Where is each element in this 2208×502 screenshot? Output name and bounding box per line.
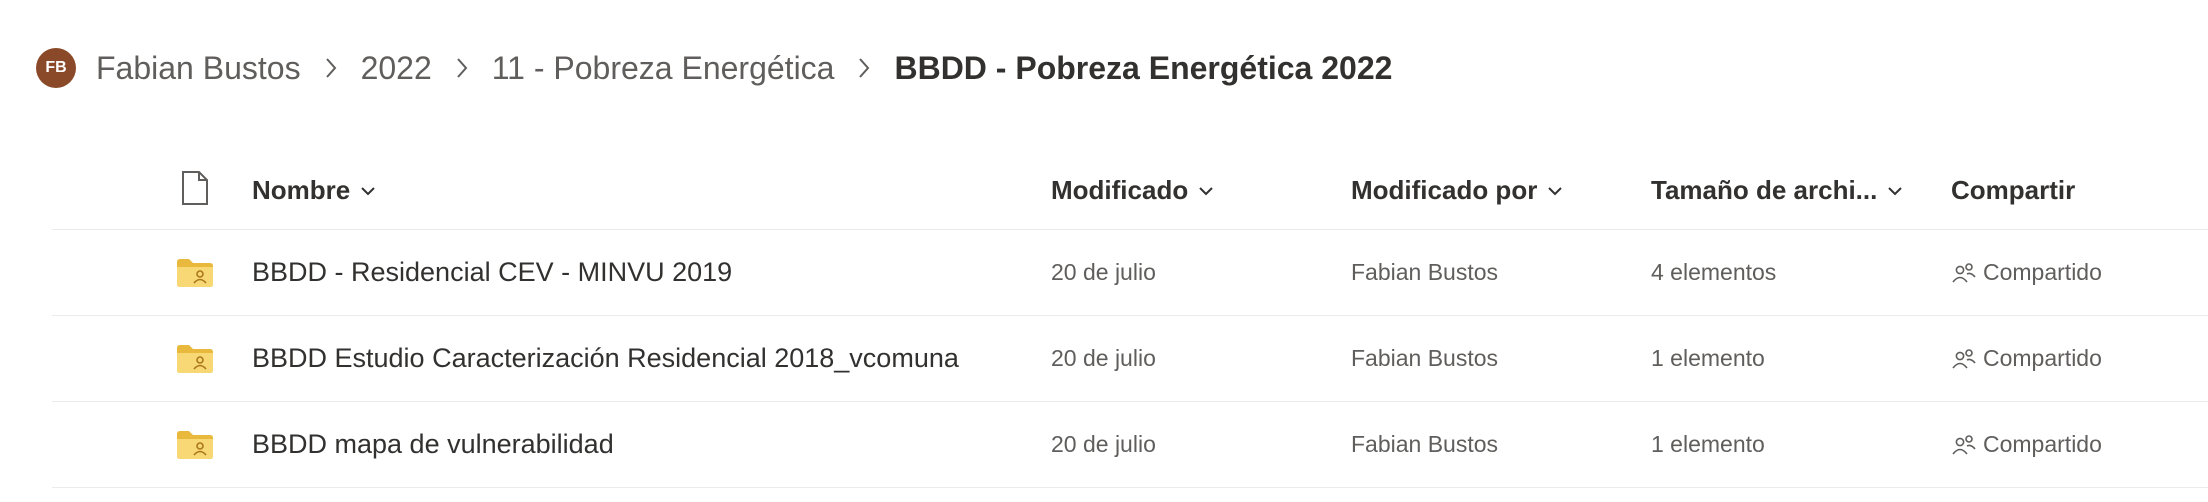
chevron-right-icon <box>836 48 892 88</box>
column-header-file-size[interactable]: Tamaño de archi... <box>1651 152 1903 229</box>
modified-by[interactable]: Fabian Bustos <box>1351 316 1498 401</box>
column-header-modified-label: Modificado <box>1051 175 1189 205</box>
avatar[interactable]: FB <box>36 48 76 88</box>
sharing-label: Compartido <box>1983 259 2102 285</box>
chevron-down-icon <box>1887 186 1903 196</box>
shared-folder-icon[interactable] <box>170 230 220 315</box>
table-row[interactable]: BBDD Estudio Caracterización Residencial… <box>52 316 2208 402</box>
chevron-down-icon <box>1547 186 1563 196</box>
sharing-status[interactable]: Compartido <box>1951 230 2102 315</box>
breadcrumb-item-folder[interactable]: 11 - Pobreza Energética <box>490 50 837 87</box>
modified-date: 20 de julio <box>1051 345 1156 371</box>
column-header-modified-by-label: Modificado por <box>1351 175 1538 205</box>
file-name-link[interactable]: BBDD mapa de vulnerabilidad <box>252 402 614 487</box>
people-icon <box>1952 348 1976 369</box>
modified-date: 20 de julio <box>1051 431 1156 457</box>
file-type-column-header[interactable] <box>170 152 220 229</box>
document-icon <box>181 171 209 210</box>
sharing-status[interactable]: Compartido <box>1951 316 2102 401</box>
column-header-modified-by[interactable]: Modificado por <box>1351 152 1563 229</box>
sharing-label: Compartido <box>1983 431 2102 457</box>
shared-folder-icon[interactable] <box>170 316 220 401</box>
sharing-label: Compartido <box>1983 345 2102 371</box>
column-header-name-label: Nombre <box>252 175 351 205</box>
file-browser-page: FB Fabian Bustos 2022 11 - Pobreza Energ… <box>0 0 2208 502</box>
column-header-sharing-label: Compartir <box>1951 175 2076 205</box>
modified-by[interactable]: Fabian Bustos <box>1351 230 1498 315</box>
file-name-link[interactable]: BBDD - Residencial CEV - MINVU 2019 <box>252 230 732 315</box>
table-row[interactable]: BBDD - Residencial CEV - MINVU 2019 20 d… <box>52 230 2208 316</box>
column-header-file-size-label: Tamaño de archi... <box>1651 175 1878 205</box>
column-header-modified[interactable]: Modificado <box>1051 152 1214 229</box>
people-icon <box>1952 434 1976 455</box>
modified-by[interactable]: Fabian Bustos <box>1351 402 1498 487</box>
column-header-row: Nombre Modificado Modificado por Tamaño … <box>52 152 2208 230</box>
file-name-link[interactable]: BBDD Estudio Caracterización Residencial… <box>252 316 959 401</box>
file-size: 1 elemento <box>1651 345 1765 371</box>
chevron-down-icon <box>1198 186 1214 196</box>
breadcrumb-item-year[interactable]: 2022 <box>359 50 434 87</box>
people-icon <box>1952 262 1976 283</box>
breadcrumb-item-user[interactable]: Fabian Bustos <box>94 50 303 87</box>
file-size: 4 elementos <box>1651 259 1777 285</box>
sharing-status[interactable]: Compartido <box>1951 402 2102 487</box>
column-header-sharing[interactable]: Compartir <box>1951 152 2075 229</box>
chevron-right-icon <box>303 48 359 88</box>
breadcrumb: FB Fabian Bustos 2022 11 - Pobreza Energ… <box>36 40 1394 96</box>
chevron-right-icon <box>434 48 490 88</box>
table-row[interactable]: BBDD mapa de vulnerabilidad 20 de julio … <box>52 402 2208 488</box>
file-list: Nombre Modificado Modificado por Tamaño … <box>52 152 2208 488</box>
file-size: 1 elemento <box>1651 431 1765 457</box>
breadcrumb-item-current: BBDD - Pobreza Energética 2022 <box>894 49 1393 86</box>
column-header-name[interactable]: Nombre <box>252 152 376 229</box>
shared-folder-icon[interactable] <box>170 402 220 487</box>
modified-date: 20 de julio <box>1051 259 1156 285</box>
chevron-down-icon <box>360 186 376 196</box>
